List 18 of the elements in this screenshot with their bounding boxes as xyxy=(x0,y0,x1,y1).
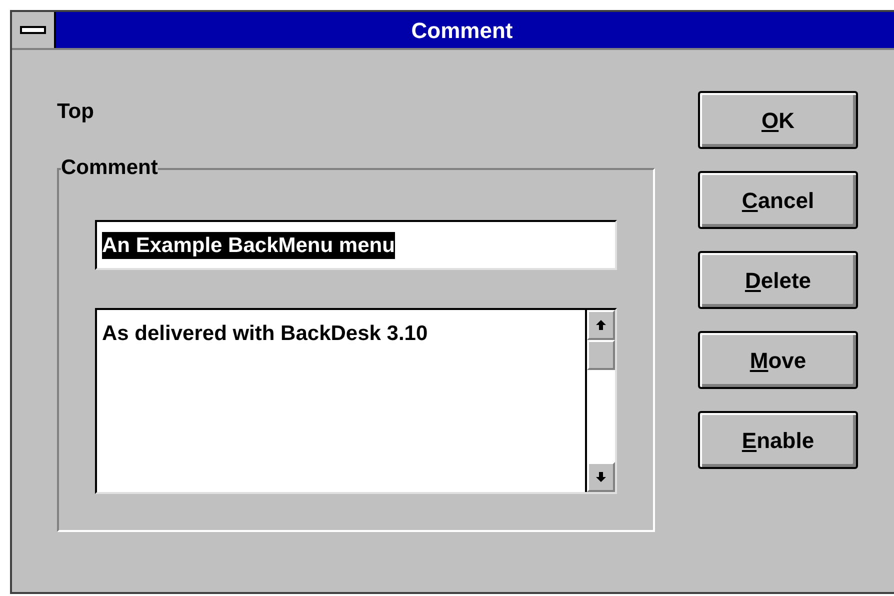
notes-field[interactable]: As delivered with BackDesk 3.10 xyxy=(95,308,617,494)
scroll-down-button[interactable] xyxy=(587,462,615,492)
minus-icon xyxy=(20,26,46,34)
dialog-button[interactable]: Enable xyxy=(698,411,858,469)
dialog-button[interactable]: Move xyxy=(698,331,858,389)
name-field-text: An Example BackMenu menu xyxy=(102,232,395,258)
dialog-button[interactable]: OK xyxy=(698,91,858,149)
down-arrow-icon xyxy=(595,471,607,483)
window-title: Comment xyxy=(411,16,513,44)
scroll-thumb[interactable] xyxy=(587,340,615,370)
dialog-button[interactable]: Delete xyxy=(698,251,858,309)
dialog-button[interactable]: Cancel xyxy=(698,171,858,229)
notes-text: As delivered with BackDesk 3.10 xyxy=(102,322,428,345)
scroll-up-button[interactable] xyxy=(587,310,615,340)
scrollbar[interactable] xyxy=(585,310,615,492)
name-field[interactable]: An Example BackMenu menu xyxy=(95,220,617,270)
location-label: Top xyxy=(57,99,95,125)
up-arrow-icon xyxy=(595,319,607,331)
